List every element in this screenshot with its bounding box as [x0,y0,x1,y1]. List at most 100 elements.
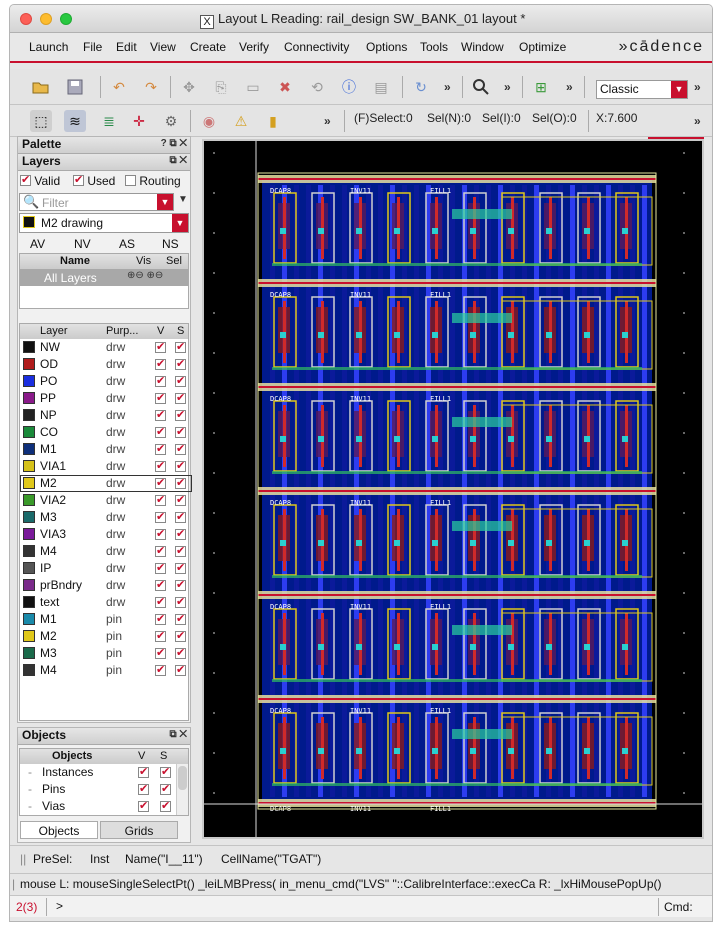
layer-selectable-checkbox[interactable] [175,595,186,608]
layer-visible-checkbox[interactable] [155,612,166,625]
tab-objects[interactable]: Objects [20,821,98,839]
zoom-icon[interactable] [470,76,492,98]
layer-visible-checkbox[interactable] [155,510,166,523]
layer-row[interactable]: M1 pin [20,611,192,628]
layout-canvas[interactable]: DCAP8 INV11 FILL1 DCAP8 INV11 FILL1 DCAP8 INV11… [202,139,704,839]
copy-icon[interactable]: ⎘ [210,76,232,98]
layer-visible-checkbox[interactable] [155,442,166,455]
menu-view[interactable]: View [150,40,176,54]
tab-ns[interactable]: NS [162,237,179,251]
layer-dropdown-icon[interactable]: ▼ [172,214,188,232]
layer-selectable-checkbox[interactable] [175,578,186,591]
menu-verify[interactable]: Verify [239,40,269,54]
layer-selectable-checkbox[interactable] [175,510,186,523]
layer-row[interactable]: VIA1 drw [20,458,192,475]
layer-selectable-checkbox[interactable] [175,340,186,353]
layer-visible-checkbox[interactable] [155,391,166,404]
toolbar-overflow-6[interactable]: » [694,114,701,128]
zoom-window-button[interactable] [60,13,72,25]
layer-selectable-checkbox[interactable] [175,629,186,642]
layer-selectable-checkbox[interactable] [175,357,186,370]
layer-row[interactable]: VIA2 drw [20,492,192,509]
menu-options[interactable]: Options [366,40,407,54]
save-icon[interactable] [64,76,86,98]
menu-create[interactable]: Create [190,40,226,54]
layer-col-header[interactable]: Layer [40,325,68,337]
layer-selectable-checkbox[interactable] [175,646,186,659]
layer-selectable-checkbox[interactable] [175,442,186,455]
tab-av[interactable]: AV [30,237,45,251]
layer-row[interactable]: OD drw [20,356,192,373]
layer-visible-checkbox[interactable] [155,527,166,540]
layers-stack-icon[interactable]: ≣ [98,110,120,132]
dropdown-arrow-icon[interactable]: ▼ [671,81,687,98]
delete-icon[interactable]: ✖ [274,76,296,98]
layer-selectable-checkbox[interactable] [175,425,186,438]
menu-file[interactable]: File [83,40,102,54]
layer-visible-checkbox[interactable] [155,459,166,472]
menu-optimize[interactable]: Optimize [519,40,566,54]
routing-checkbox[interactable] [125,175,136,186]
filter-options-icon[interactable]: ▼ [178,194,188,205]
object-visible-checkbox[interactable] [138,782,149,795]
layer-row[interactable]: M4 pin [20,662,192,679]
workspace-select[interactable]: Classic ▼ [596,80,688,99]
layer-visible-checkbox[interactable] [155,357,166,370]
object-selectable-checkbox[interactable] [160,782,171,795]
menu-connectivity[interactable]: Connectivity [284,40,349,54]
object-selectable-checkbox[interactable] [160,765,171,778]
layer-selectable-checkbox[interactable] [175,612,186,625]
layer-row[interactable]: text drw [20,594,192,611]
object-visible-checkbox[interactable] [138,799,149,812]
layer-visible-checkbox[interactable] [155,595,166,608]
layer-row[interactable]: prBndry drw [20,577,192,594]
menu-launch[interactable]: Launch [29,40,68,54]
refresh-icon[interactable]: ↻ [410,76,432,98]
route-icon[interactable]: ≋ [64,110,86,132]
stretch-icon[interactable]: ▭ [242,76,264,98]
crosshair-icon[interactable]: ✛ [128,110,150,132]
filter-input[interactable]: 🔍 Filter ▼ [19,193,174,211]
purpose-col-header[interactable]: Purp... [106,325,138,337]
layer-selectable-checkbox[interactable] [175,544,186,557]
objects-panel-buttons[interactable]: ⧉ ✕ [169,729,187,740]
toolbar-overflow-4[interactable]: » [694,80,701,94]
used-checkbox[interactable] [73,173,84,186]
marker-icon[interactable]: ▮ [262,110,284,132]
toolbar-overflow-5[interactable]: » [324,114,331,128]
properties-icon[interactable]: ⓘ [338,76,360,98]
object-row[interactable]: - Pins [20,781,176,798]
layer-row[interactable]: M3 pin [20,645,192,662]
layer-row[interactable]: M3 drw [20,509,192,526]
close-window-button[interactable] [20,13,32,25]
move-icon[interactable]: ✥ [178,76,200,98]
layer-row[interactable]: M1 drw [20,441,192,458]
layer-row[interactable]: PO drw [20,373,192,390]
objects-scrollbar[interactable] [176,764,188,815]
undo-icon[interactable]: ↶ [108,76,130,98]
layer-visible-checkbox[interactable] [155,476,166,489]
layer-visible-checkbox[interactable] [155,544,166,557]
layer-visible-checkbox[interactable] [155,663,166,676]
all-layers-row[interactable]: All Layers ⊕⊖ ⊕⊖ [20,269,188,286]
layer-row[interactable]: NP drw [20,407,192,424]
minimize-window-button[interactable] [40,13,52,25]
layer-row[interactable]: CO drw [20,424,192,441]
create-via-icon[interactable]: ⊞ [530,76,552,98]
toolbar-overflow-3[interactable]: » [566,80,573,94]
redo-icon[interactable]: ↷ [140,76,162,98]
warning-icon[interactable]: ⚠ [230,110,252,132]
layer-selectable-checkbox[interactable] [175,493,186,506]
probe-icon[interactable]: ◉ [198,110,220,132]
menu-tools[interactable]: Tools [420,40,448,54]
layer-visible-checkbox[interactable] [155,374,166,387]
layer-selectable-checkbox[interactable] [175,408,186,421]
layer-visible-checkbox[interactable] [155,629,166,642]
valid-checkbox[interactable] [20,173,31,186]
tab-as[interactable]: AS [119,237,135,251]
filter-dropdown-icon[interactable]: ▼ [157,194,173,210]
layout-drawing[interactable]: DCAP8 INV11 FILL1 DCAP8 INV11 FILL1 DCAP8 INV11… [204,141,702,837]
v-col-header[interactable]: V [157,325,164,337]
layer-selectable-checkbox[interactable] [175,663,186,676]
layer-selectable-checkbox[interactable] [175,476,186,489]
